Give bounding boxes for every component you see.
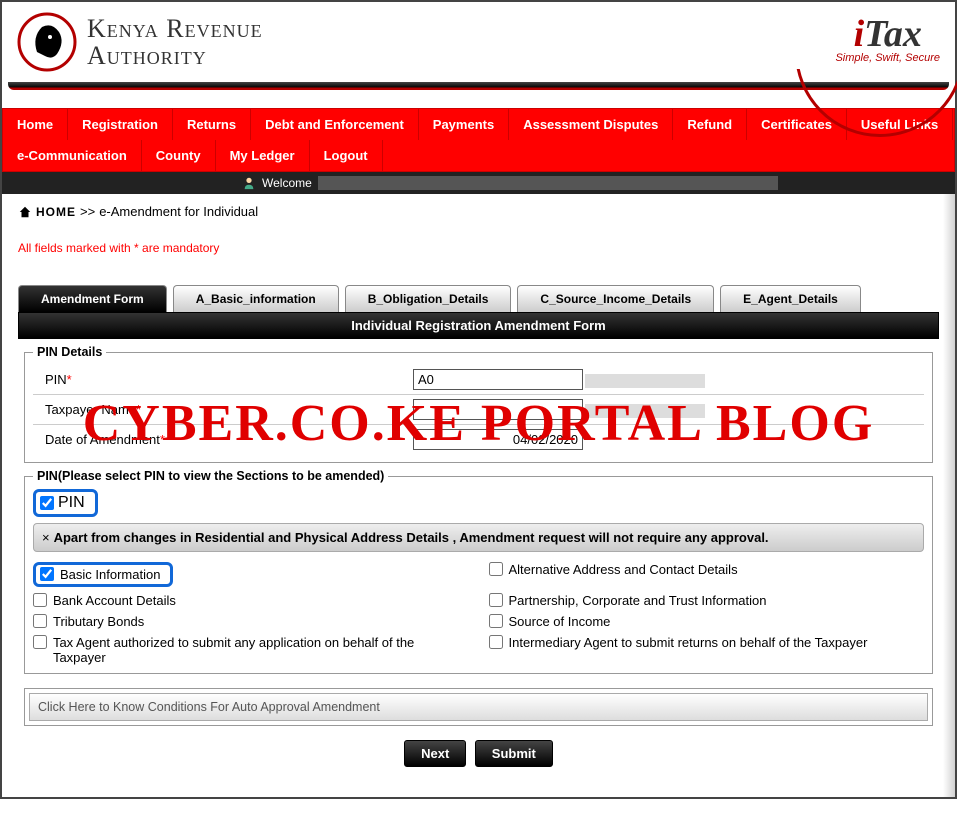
content: HOME >> e-Amendment for Individual All f…: [2, 194, 955, 797]
pin-details-fieldset: PIN Details PIN* Taxpayer Name* Date of …: [24, 345, 933, 463]
tributary-checkbox[interactable]: [33, 614, 47, 628]
nav-registration[interactable]: Registration: [68, 109, 173, 140]
nav-my-ledger[interactable]: My Ledger: [216, 140, 310, 171]
tab-source-income-details[interactable]: C_Source_Income_Details: [517, 285, 714, 312]
nav-logout[interactable]: Logout: [310, 140, 383, 171]
submit-button[interactable]: Submit: [475, 740, 553, 767]
breadcrumb-page: e-Amendment for Individual: [99, 204, 258, 219]
taxpayer-redacted: [585, 404, 705, 418]
basic-info-highlight: Basic Information: [33, 562, 173, 587]
nav-debt[interactable]: Debt and Enforcement: [251, 109, 419, 140]
next-button[interactable]: Next: [404, 740, 466, 767]
itax-tagline: Simple, Swift, Secure: [835, 52, 940, 64]
itax-logo: iTax Simple, Swift, Secure: [835, 12, 940, 72]
basic-information-checkbox[interactable]: [40, 567, 54, 581]
kra-logo: Kenya Revenue Authority: [17, 12, 263, 72]
nav-home[interactable]: Home: [3, 109, 68, 140]
date-label: Date of Amendment: [45, 432, 160, 447]
taxpayer-input[interactable]: [413, 399, 583, 420]
approval-note: ×Apart from changes in Residential and P…: [33, 523, 924, 552]
nav-returns[interactable]: Returns: [173, 109, 251, 140]
source-income-checkbox[interactable]: [489, 614, 503, 628]
breadcrumb-sep: >>: [80, 204, 95, 219]
welcome-bar: Welcome: [2, 172, 955, 194]
bank-checkbox[interactable]: [33, 593, 47, 607]
tab-agent-details[interactable]: E_Agent_Details: [720, 285, 861, 312]
pin-label: PIN: [45, 372, 67, 387]
date-input[interactable]: [413, 429, 583, 450]
tributary-label: Tributary Bonds: [53, 614, 144, 629]
breadcrumb-home[interactable]: HOME: [36, 205, 76, 219]
nav-refund[interactable]: Refund: [673, 109, 747, 140]
button-row: Next Submit: [18, 740, 939, 767]
source-income-label: Source of Income: [509, 614, 611, 629]
welcome-label: Welcome: [262, 176, 312, 190]
pin-checkbox-highlight: PIN: [33, 489, 98, 517]
tabs: Amendment Form A_Basic_information B_Obl…: [18, 285, 939, 312]
conditions-link[interactable]: Click Here to Know Conditions For Auto A…: [29, 693, 928, 721]
basic-information-label: Basic Information: [60, 567, 160, 582]
nav-payments[interactable]: Payments: [419, 109, 509, 140]
partnership-label: Partnership, Corporate and Trust Informa…: [509, 593, 767, 608]
itax-i: i: [854, 13, 865, 55]
itax-tax: Tax: [864, 13, 922, 55]
tab-obligation-details[interactable]: B_Obligation_Details: [345, 285, 512, 312]
tab-amendment-form[interactable]: Amendment Form: [18, 285, 167, 312]
breadcrumb: HOME >> e-Amendment for Individual: [18, 204, 939, 219]
header: Kenya Revenue Authority iTax Simple, Swi…: [2, 2, 955, 82]
pin-input[interactable]: [413, 369, 583, 390]
nav-ecommunication[interactable]: e-Communication: [3, 140, 142, 171]
intermediary-checkbox[interactable]: [489, 635, 503, 649]
org-line2: Authority: [87, 42, 263, 69]
taxpayer-label: Taxpayer Name: [45, 402, 136, 417]
main-nav: Home Registration Returns Debt and Enfor…: [2, 108, 955, 172]
bank-label: Bank Account Details: [53, 593, 176, 608]
partnership-checkbox[interactable]: [489, 593, 503, 607]
tax-agent-label: Tax Agent authorized to submit any appli…: [53, 635, 469, 665]
welcome-username-redacted: [318, 176, 778, 190]
alt-address-label: Alternative Address and Contact Details: [509, 562, 738, 577]
org-line1: Kenya Revenue: [87, 15, 263, 42]
sections-grid: Basic Information Alternative Address an…: [33, 562, 924, 665]
conditions-box: Click Here to Know Conditions For Auto A…: [24, 688, 933, 726]
home-icon: [18, 205, 32, 219]
pin-details-legend: PIN Details: [33, 345, 106, 359]
tax-agent-checkbox[interactable]: [33, 635, 47, 649]
pin-select-fieldset: PIN(Please select PIN to view the Sectio…: [24, 469, 933, 674]
alt-address-checkbox[interactable]: [489, 562, 503, 576]
tab-basic-information[interactable]: A_Basic_information: [173, 285, 339, 312]
pin-select-legend: PIN(Please select PIN to view the Sectio…: [33, 469, 388, 483]
user-icon: [242, 176, 256, 190]
pin-checkbox-label: PIN: [58, 494, 85, 512]
scrollbar[interactable]: [943, 194, 955, 797]
nav-assessment[interactable]: Assessment Disputes: [509, 109, 673, 140]
pin-checkbox[interactable]: [40, 496, 54, 510]
pin-redacted: [585, 374, 705, 388]
lion-icon: [17, 12, 77, 72]
nav-county[interactable]: County: [142, 140, 216, 171]
intermediary-label: Intermediary Agent to submit returns on …: [509, 635, 868, 650]
form-title: Individual Registration Amendment Form: [18, 312, 939, 339]
mandatory-note: All fields marked with * are mandatory: [18, 241, 939, 255]
